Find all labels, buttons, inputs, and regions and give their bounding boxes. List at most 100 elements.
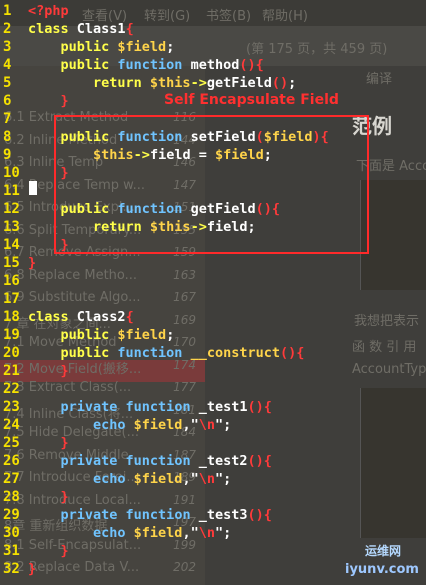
code-line: 19 public $field; <box>0 326 426 344</box>
code-token: ," <box>182 525 199 541</box>
code-text[interactable]: class Class1{ <box>28 20 134 38</box>
code-token: \n <box>198 525 215 541</box>
code-token: $field <box>133 525 183 541</box>
text-cursor <box>29 181 37 195</box>
code-text[interactable]: } <box>28 488 69 506</box>
code-text[interactable]: private function _test3(){ <box>28 506 272 524</box>
code-text[interactable]: public $field; <box>28 326 175 344</box>
code-text[interactable]: class Class2{ <box>28 308 134 326</box>
code-line: 27 echo $field,"\n"; <box>0 470 426 488</box>
code-text[interactable]: private function _test1(){ <box>28 398 272 416</box>
code-text[interactable]: echo $field,"\n"; <box>28 524 231 542</box>
watermark-line2: iyunv.com <box>345 562 419 577</box>
line-number: 23 <box>3 399 20 415</box>
line-number: 32 <box>3 561 20 577</box>
code-line: 30 echo $field,"\n"; <box>0 524 426 542</box>
line-number: 18 <box>3 309 20 325</box>
code-token: } <box>28 543 69 559</box>
code-line: 17 <box>0 290 426 308</box>
code-line: 24 echo $field,"\n"; <box>0 416 426 434</box>
line-number: 13 <box>3 219 20 235</box>
line-number: 28 <box>3 489 20 505</box>
code-text[interactable]: echo $field,"\n"; <box>28 416 231 434</box>
code-token: public <box>28 345 118 361</box>
code-token: method <box>190 57 240 73</box>
code-text[interactable]: } <box>28 92 69 110</box>
code-token: Class1 <box>76 21 126 37</box>
code-text[interactable]: } <box>28 560 36 578</box>
code-token: (){ <box>247 399 272 415</box>
code-line: 25 } <box>0 434 426 452</box>
code-line: 22 <box>0 380 426 398</box>
code-token: "; <box>214 525 232 541</box>
code-text[interactable]: return $this->getField(); <box>28 74 296 92</box>
code-text[interactable]: public function method(){ <box>28 56 264 74</box>
code-token: -> <box>190 75 207 91</box>
code-token: function <box>117 57 191 73</box>
code-token: return <box>28 75 150 91</box>
code-token: __construct <box>190 345 280 361</box>
code-text[interactable]: public $field; <box>28 38 175 56</box>
code-line: 4 public function method(){ <box>0 56 426 74</box>
code-token: public <box>28 39 118 55</box>
code-token: ," <box>182 417 199 433</box>
code-line: 18 class Class2{ <box>0 308 426 326</box>
code-text[interactable]: echo $field,"\n"; <box>28 470 231 488</box>
code-line: 26 private function _test2(){ <box>0 452 426 470</box>
code-token: _test2 <box>198 453 248 469</box>
code-token: private <box>28 507 126 523</box>
code-token: (){ <box>247 507 272 523</box>
line-number: 25 <box>3 435 20 451</box>
line-number: 12 <box>3 201 20 217</box>
code-token: echo <box>28 525 134 541</box>
code-token: function <box>125 453 199 469</box>
code-text[interactable]: private function _test2(){ <box>28 452 272 470</box>
code-text[interactable]: } <box>28 254 36 272</box>
code-token: ; <box>166 327 175 343</box>
code-text[interactable]: } <box>28 542 69 560</box>
code-token: } <box>28 255 37 271</box>
code-line: 20 public function __construct(){ <box>0 344 426 362</box>
code-token: { <box>125 21 134 37</box>
code-token: <?php <box>28 3 69 19</box>
line-number: 22 <box>3 381 20 397</box>
line-number: 19 <box>3 327 20 343</box>
code-token: } <box>28 435 69 451</box>
line-number: 24 <box>3 417 20 433</box>
code-token: public <box>28 57 118 73</box>
code-text[interactable]: } <box>28 434 69 452</box>
code-token: () <box>271 75 289 91</box>
line-number: 2 <box>3 21 12 37</box>
code-token: public <box>28 327 118 343</box>
line-number: 20 <box>3 345 20 361</box>
code-token: _test3 <box>198 507 248 523</box>
code-text[interactable]: public function __construct(){ <box>28 344 305 362</box>
code-token: $this <box>149 75 191 91</box>
line-number: 14 <box>3 237 20 253</box>
line-number: 17 <box>3 291 20 307</box>
line-number: 7 <box>3 111 12 127</box>
code-token: $field <box>117 39 167 55</box>
code-text[interactable]: <?php <box>28 2 69 20</box>
line-number: 6 <box>3 93 12 109</box>
code-token: function <box>117 345 191 361</box>
code-token: private <box>28 453 126 469</box>
line-number: 9 <box>3 147 12 163</box>
line-number: 1 <box>3 3 12 19</box>
code-token: private <box>28 399 126 415</box>
code-line: 29 private function _test3(){ <box>0 506 426 524</box>
code-token: ; <box>288 75 297 91</box>
code-token: "; <box>214 417 232 433</box>
line-number: 21 <box>3 363 20 379</box>
code-token: ," <box>182 471 199 487</box>
line-number: 3 <box>3 39 12 55</box>
line-number: 30 <box>3 525 20 541</box>
code-line: 28 } <box>0 488 426 506</box>
code-token: } <box>28 93 69 109</box>
code-token: Class2 <box>76 309 126 325</box>
code-token: "; <box>214 471 232 487</box>
code-text[interactable]: } <box>28 362 69 380</box>
line-number: 4 <box>3 57 12 73</box>
code-token: echo <box>28 471 134 487</box>
code-line: 1 <?php <box>0 2 426 20</box>
